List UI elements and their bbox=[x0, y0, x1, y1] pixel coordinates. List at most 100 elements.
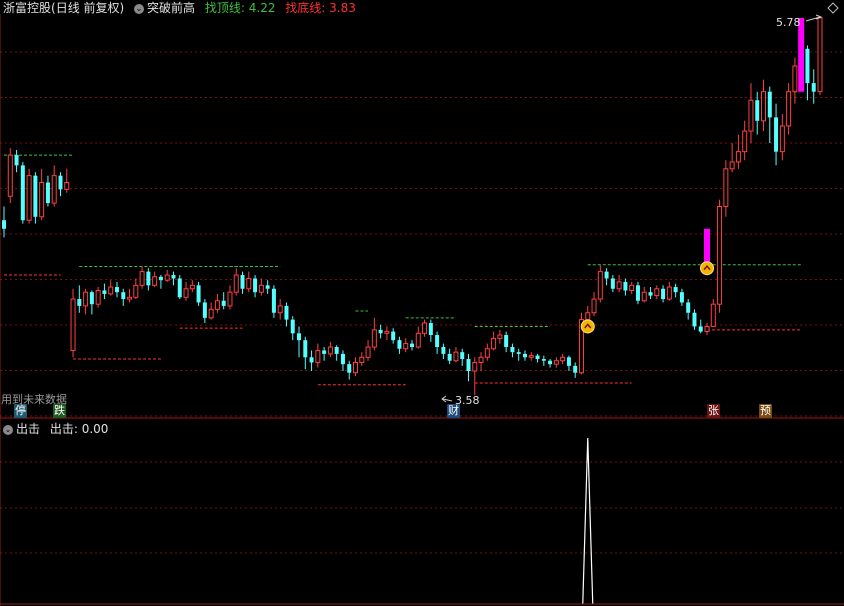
candle bbox=[623, 278, 628, 296]
indicator-series bbox=[0, 437, 844, 605]
candle bbox=[591, 292, 597, 317]
indicator-name[interactable]: 突破前高 bbox=[147, 1, 195, 15]
candle-body bbox=[353, 361, 359, 374]
candle-body bbox=[761, 91, 767, 122]
candlestick-series[interactable] bbox=[2, 17, 823, 395]
candle-body bbox=[152, 276, 158, 286]
candle bbox=[403, 338, 409, 353]
sub-panel-title[interactable]: 出击 bbox=[16, 422, 40, 436]
candle-body bbox=[729, 161, 735, 170]
candle-body bbox=[7, 154, 13, 197]
candle-body bbox=[623, 281, 628, 291]
candle bbox=[347, 360, 352, 380]
candle bbox=[45, 175, 50, 207]
candle-body bbox=[303, 340, 308, 358]
candle-body bbox=[629, 284, 635, 291]
candle-body bbox=[240, 275, 245, 289]
candle-body bbox=[466, 359, 471, 372]
candle-body bbox=[767, 91, 772, 118]
candle bbox=[723, 160, 729, 217]
candle-body bbox=[158, 276, 163, 281]
event-badge-zhang[interactable]: 张 bbox=[707, 404, 720, 418]
event-badge-die[interactable]: 跌 bbox=[53, 404, 66, 418]
candle bbox=[478, 352, 484, 372]
candle bbox=[686, 299, 691, 320]
candle-body bbox=[528, 355, 534, 358]
candle bbox=[39, 168, 45, 221]
candle-body bbox=[604, 271, 609, 279]
candle-body bbox=[378, 329, 383, 334]
candle-body bbox=[208, 308, 214, 319]
candle bbox=[365, 340, 371, 361]
candle bbox=[108, 280, 114, 296]
candle bbox=[641, 287, 647, 303]
candle bbox=[353, 357, 359, 377]
candle bbox=[729, 143, 735, 173]
candle bbox=[315, 343, 321, 368]
candle-body bbox=[39, 182, 45, 218]
candle-body bbox=[133, 284, 139, 298]
candle-body bbox=[641, 291, 647, 302]
candle-body bbox=[698, 326, 703, 332]
candle bbox=[735, 134, 741, 169]
candle bbox=[102, 283, 107, 300]
candle bbox=[158, 275, 163, 289]
chevron-down-icon[interactable]: ⌄ bbox=[134, 3, 145, 14]
candle bbox=[504, 331, 509, 353]
candle-body bbox=[472, 361, 478, 372]
candle bbox=[284, 302, 289, 327]
candle-body bbox=[227, 291, 233, 307]
candle-body bbox=[522, 353, 527, 358]
candle bbox=[817, 17, 823, 96]
candle-body bbox=[334, 347, 339, 354]
candle-body bbox=[548, 360, 553, 365]
candle-body bbox=[70, 298, 76, 351]
candle bbox=[208, 302, 214, 320]
event-badge-ting[interactable]: 停 bbox=[14, 404, 27, 418]
candle-body bbox=[164, 274, 170, 281]
period-label[interactable]: (日线 前复权) bbox=[51, 1, 124, 15]
bottom-line-value: 3.83 bbox=[329, 1, 356, 15]
candle bbox=[258, 278, 264, 296]
candle-body bbox=[447, 353, 452, 361]
stock-name[interactable]: 浙富控股 bbox=[3, 1, 51, 15]
candle-body bbox=[51, 175, 57, 204]
candle bbox=[553, 357, 559, 368]
candle bbox=[779, 113, 785, 161]
candle bbox=[89, 290, 94, 315]
candle bbox=[7, 148, 13, 204]
candle-body bbox=[221, 300, 226, 306]
event-badge-cai[interactable]: 财 bbox=[447, 404, 460, 418]
candle bbox=[535, 353, 540, 363]
breakout-signal-icon bbox=[700, 261, 715, 276]
candle bbox=[114, 281, 119, 298]
candle bbox=[20, 161, 25, 224]
candle bbox=[171, 271, 176, 286]
candle bbox=[127, 288, 133, 303]
high-price-label: 5.78 bbox=[776, 16, 801, 29]
event-badge-yu[interactable]: 预 bbox=[759, 404, 772, 418]
candle-body bbox=[817, 17, 823, 93]
candle-body bbox=[441, 347, 446, 354]
candle bbox=[648, 287, 653, 300]
candle bbox=[497, 329, 503, 344]
candle bbox=[51, 165, 57, 207]
candle-body bbox=[114, 287, 119, 293]
candle-body bbox=[177, 278, 182, 298]
candle-body bbox=[359, 356, 365, 363]
chart-header: 浙富控股(日线 前复权) ⌄ 突破前高 找顶线: 4.22 找底线: 3.83 bbox=[3, 1, 356, 15]
candle-body bbox=[422, 322, 428, 334]
candle bbox=[466, 353, 471, 382]
candle-body bbox=[491, 337, 497, 350]
candle bbox=[152, 271, 158, 288]
candle-body bbox=[692, 312, 697, 327]
candle-body bbox=[566, 357, 571, 366]
candle-body bbox=[265, 285, 270, 289]
candle-body bbox=[271, 288, 276, 313]
signal-circle bbox=[580, 319, 595, 334]
diamond-icon[interactable] bbox=[827, 2, 839, 14]
candle bbox=[692, 309, 697, 330]
candle-body bbox=[139, 271, 145, 286]
candle-body bbox=[233, 274, 239, 293]
chevron-down-icon[interactable]: ⌄ bbox=[3, 424, 13, 435]
